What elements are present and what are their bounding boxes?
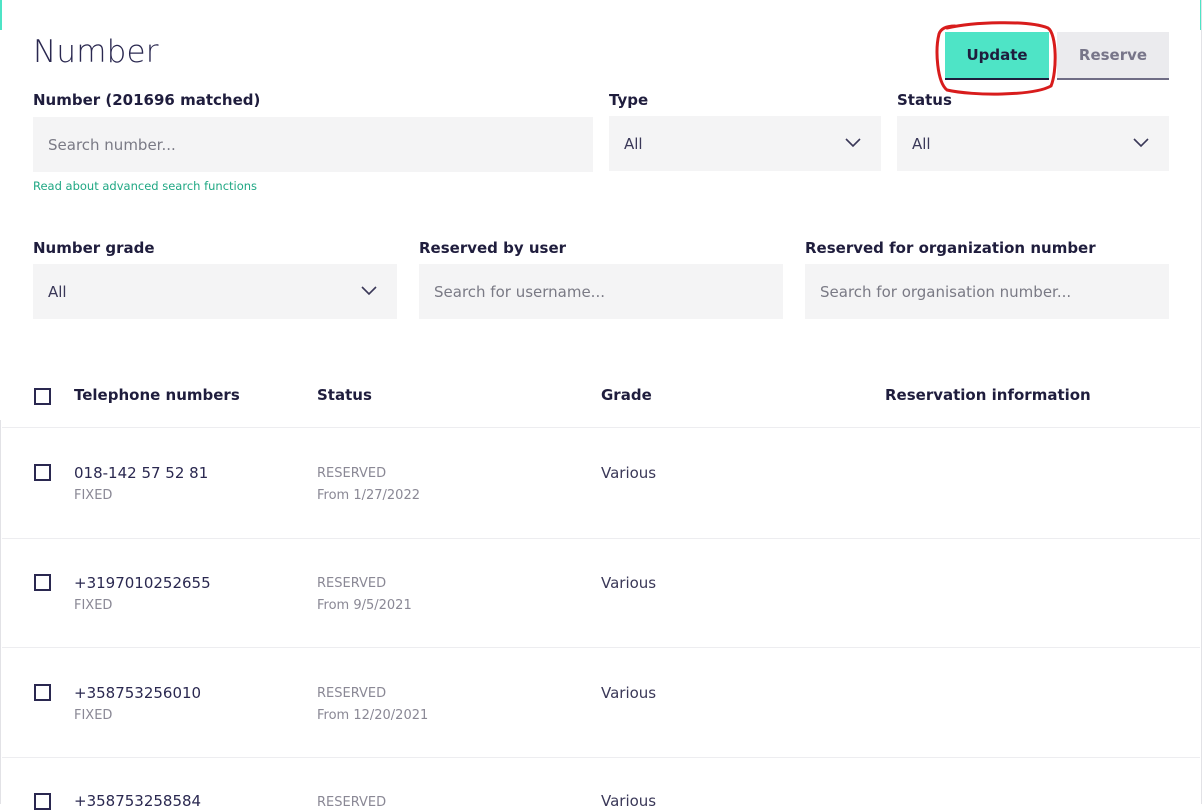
page-title: Number (33, 34, 159, 70)
number-type: FIXED (74, 708, 113, 723)
number-filter-label: Number (201696 matched) (33, 91, 261, 109)
row-divider (2, 757, 1200, 758)
number-type: FIXED (74, 488, 113, 503)
telephone-number[interactable]: 018-142 57 52 81 (74, 464, 208, 482)
status-select[interactable]: All (897, 116, 1169, 171)
grade-select-value: All (48, 282, 67, 301)
reserved-org-label: Reserved for organization number (805, 239, 1096, 257)
reserved-org-input[interactable]: Search for organisation number... (805, 264, 1169, 319)
reserve-button[interactable]: Reserve (1057, 32, 1169, 80)
chevron-down-icon (1133, 138, 1149, 148)
grade-select[interactable]: All (33, 264, 397, 319)
advanced-search-link[interactable]: Read about advanced search functions (33, 179, 257, 193)
row-divider (2, 538, 1200, 539)
left-accent-bar (0, 0, 2, 30)
status-filter-label: Status (897, 91, 952, 109)
header-reservation-information[interactable]: Reservation information (885, 386, 1091, 404)
row-checkbox[interactable] (34, 464, 51, 481)
reserved-user-label: Reserved by user (419, 239, 567, 257)
row-divider (2, 647, 1200, 648)
grade-filter-label: Number grade (33, 239, 155, 257)
grade-value: Various (601, 464, 657, 482)
frame-border-left (0, 420, 1, 804)
type-filter-label: Type (609, 91, 649, 109)
red-circle-annotation (935, 21, 1057, 96)
header-divider (2, 427, 1200, 428)
row-checkbox[interactable] (34, 793, 51, 810)
grade-value: Various (601, 792, 657, 810)
status-text: RESERVED (317, 795, 387, 810)
status-date: From 12/20/2021 (317, 708, 429, 723)
status-text: RESERVED (317, 686, 387, 701)
select-all-checkbox[interactable] (34, 388, 51, 405)
status-text: RESERVED (317, 576, 387, 591)
grade-value: Various (601, 684, 657, 702)
chevron-down-icon (845, 138, 861, 148)
status-text: RESERVED (317, 466, 387, 481)
grade-value: Various (601, 574, 657, 592)
header-status[interactable]: Status (317, 386, 372, 404)
number-search-input[interactable]: Search number... (33, 117, 593, 172)
reserved-user-input[interactable]: Search for username... (419, 264, 783, 319)
status-select-value: All (912, 134, 931, 153)
header-telephone-numbers[interactable]: Telephone numbers (74, 386, 240, 404)
header-grade[interactable]: Grade (601, 386, 652, 404)
row-checkbox[interactable] (34, 574, 51, 591)
chevron-down-icon (361, 286, 377, 296)
status-date: From 9/5/2021 (317, 598, 412, 613)
type-select[interactable]: All (609, 116, 881, 171)
telephone-number[interactable]: +3197010252655 (74, 574, 211, 592)
telephone-number[interactable]: +358753258584 (74, 792, 201, 810)
type-select-value: All (624, 134, 643, 153)
number-type: FIXED (74, 598, 113, 613)
row-checkbox[interactable] (34, 684, 51, 701)
telephone-number[interactable]: +358753256010 (74, 684, 201, 702)
status-date: From 1/27/2022 (317, 488, 420, 503)
